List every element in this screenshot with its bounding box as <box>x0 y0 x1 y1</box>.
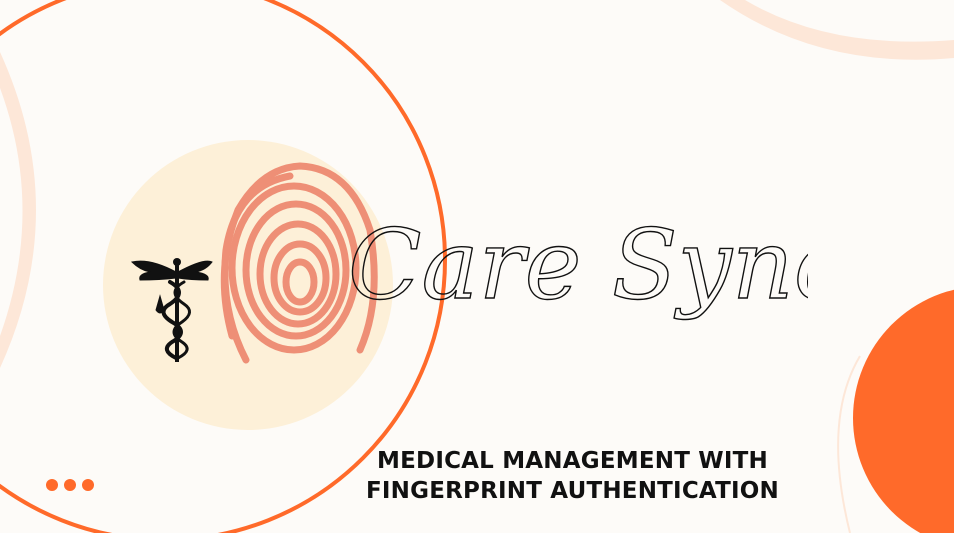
dot <box>64 479 76 491</box>
subtitle: MEDICAL MANAGEMENT WITH FINGERPRINT AUTH… <box>300 446 845 506</box>
brand-title: Care Sync <box>338 178 808 358</box>
brand-title-text: Care Sync <box>348 209 808 321</box>
more-dots-icon <box>46 479 94 491</box>
dot <box>46 479 58 491</box>
brand-title-script: Care Sync <box>347 208 808 321</box>
subtitle-line-1: MEDICAL MANAGEMENT WITH <box>377 448 768 474</box>
title-slide: Care Sync MEDICAL MANAGEMENT WITH FINGER… <box>0 0 954 533</box>
subtitle-line-2: FINGERPRINT AUTHENTICATION <box>366 478 779 504</box>
dot <box>82 479 94 491</box>
